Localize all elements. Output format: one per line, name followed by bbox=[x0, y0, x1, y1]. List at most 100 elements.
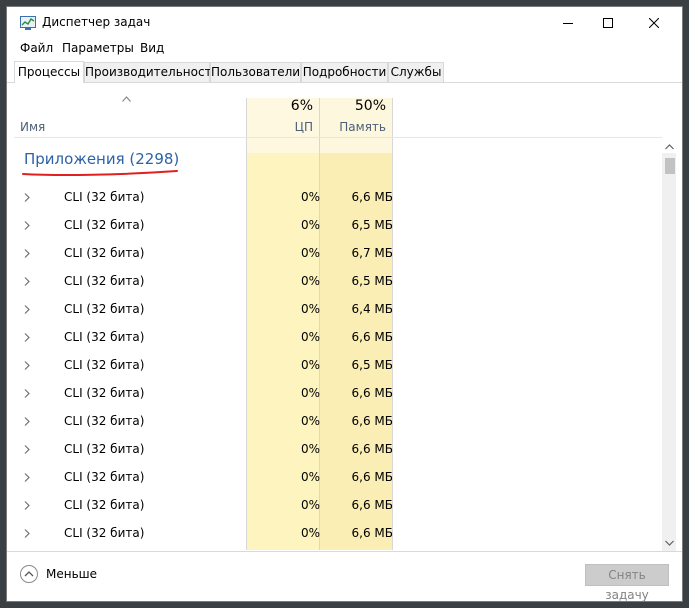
process-name: CLI (32 бита) bbox=[64, 358, 145, 372]
task-manager-window: Диспетчер задач Файл Параметры Вид Проце… bbox=[6, 6, 683, 602]
task-manager-icon bbox=[20, 16, 36, 30]
column-header-cpu[interactable]: ЦП bbox=[247, 120, 313, 134]
process-cpu: 0% bbox=[300, 414, 320, 428]
memory-total-percent: 50% bbox=[354, 98, 386, 114]
column-header-memory[interactable]: Память bbox=[320, 120, 386, 134]
process-row[interactable]: CLI (32 бита) 0% 6,6 МБ bbox=[14, 519, 662, 547]
tab-details[interactable]: Подробности bbox=[301, 62, 388, 82]
process-row[interactable]: CLI (32 бита) 0% 6,6 МБ bbox=[14, 491, 662, 519]
maximize-icon bbox=[603, 18, 613, 28]
process-row[interactable]: CLI (32 бита) 0% 6,6 МБ bbox=[14, 379, 662, 407]
menu-options[interactable]: Параметры bbox=[62, 41, 134, 55]
chevron-right-icon[interactable] bbox=[24, 193, 30, 202]
process-cpu: 0% bbox=[300, 442, 320, 456]
chevron-right-icon[interactable] bbox=[24, 221, 30, 230]
window-title: Диспетчер задач bbox=[42, 15, 151, 29]
process-memory: 6,7 МБ bbox=[351, 246, 393, 260]
process-name: CLI (32 бита) bbox=[64, 498, 145, 512]
process-cpu: 0% bbox=[300, 218, 320, 232]
close-button[interactable] bbox=[631, 7, 677, 39]
title-bar[interactable]: Диспетчер задач bbox=[7, 7, 682, 39]
process-row[interactable]: CLI (32 бита) 0% 6,5 МБ bbox=[14, 211, 662, 239]
menu-bar: Файл Параметры Вид bbox=[7, 39, 682, 59]
process-cpu: 0% bbox=[300, 470, 320, 484]
process-cpu: 0% bbox=[300, 302, 320, 316]
process-name: CLI (32 бита) bbox=[64, 414, 145, 428]
end-task-button[interactable]: Снять задачу bbox=[585, 564, 669, 601]
process-name: CLI (32 бита) bbox=[64, 302, 145, 316]
chevron-right-icon[interactable] bbox=[24, 277, 30, 286]
process-memory: 6,6 МБ bbox=[351, 330, 393, 344]
process-cpu: 0% bbox=[300, 274, 320, 288]
process-name: CLI (32 бита) bbox=[64, 330, 145, 344]
scroll-up-arrow-icon[interactable] bbox=[665, 144, 674, 150]
process-row[interactable]: CLI (32 бита) 0% 6,7 МБ bbox=[14, 239, 662, 267]
process-memory: 6,4 МБ bbox=[351, 302, 393, 316]
process-name: CLI (32 бита) bbox=[64, 442, 145, 456]
tabs-divider bbox=[7, 82, 682, 83]
process-memory: 6,6 МБ bbox=[351, 442, 393, 456]
chevron-right-icon[interactable] bbox=[24, 445, 30, 454]
tab-users[interactable]: Пользователи bbox=[210, 62, 301, 82]
tab-processes[interactable]: Процессы bbox=[14, 61, 84, 83]
vertical-scrollbar[interactable] bbox=[662, 144, 676, 551]
process-memory: 6,5 МБ bbox=[351, 358, 393, 372]
process-row[interactable]: CLI (32 бита) 0% 6,6 МБ bbox=[14, 323, 662, 351]
process-memory: 6,5 МБ bbox=[351, 218, 393, 232]
process-memory: 6,6 МБ bbox=[351, 190, 393, 204]
scroll-down-arrow-icon[interactable] bbox=[665, 540, 674, 546]
less-details-label: Меньше bbox=[46, 567, 98, 581]
process-memory: 6,5 МБ bbox=[351, 274, 393, 288]
process-name: CLI (32 бита) bbox=[64, 190, 145, 204]
chevron-right-icon[interactable] bbox=[24, 249, 30, 258]
process-cpu: 0% bbox=[300, 246, 320, 260]
process-cpu: 0% bbox=[300, 330, 320, 344]
footer-divider bbox=[7, 551, 682, 552]
process-row[interactable]: CLI (32 бита) 0% 6,6 МБ bbox=[14, 435, 662, 463]
process-cpu: 0% bbox=[300, 526, 320, 540]
sort-ascending-icon bbox=[122, 96, 131, 102]
chevron-right-icon[interactable] bbox=[24, 473, 30, 482]
process-name: CLI (32 бита) bbox=[64, 386, 145, 400]
tab-strip: Процессы Производительность Пользователи… bbox=[7, 61, 682, 83]
maximize-button[interactable] bbox=[585, 7, 631, 39]
chevron-right-icon[interactable] bbox=[24, 389, 30, 398]
process-row[interactable]: CLI (32 бита) 0% 6,4 МБ bbox=[14, 295, 662, 323]
process-row[interactable]: CLI (32 бита) 0% 6,6 МБ bbox=[14, 407, 662, 435]
close-icon bbox=[649, 18, 659, 28]
cpu-total-percent: 6% bbox=[290, 98, 313, 114]
process-cpu: 0% bbox=[300, 190, 320, 204]
process-cpu: 0% bbox=[300, 498, 320, 512]
tab-performance[interactable]: Производительность bbox=[84, 62, 219, 82]
process-memory: 6,6 МБ bbox=[351, 498, 393, 512]
chevron-right-icon[interactable] bbox=[24, 417, 30, 426]
process-name: CLI (32 бита) bbox=[64, 470, 145, 484]
collapse-circle-icon bbox=[20, 565, 38, 583]
process-row[interactable]: CLI (32 бита) 0% 6,6 МБ bbox=[14, 183, 662, 211]
process-cpu: 0% bbox=[300, 386, 320, 400]
process-name: CLI (32 бита) bbox=[64, 274, 145, 288]
header-divider bbox=[14, 137, 662, 138]
process-row[interactable]: CLI (32 бита) 0% 6,5 МБ bbox=[14, 267, 662, 295]
menu-file[interactable]: Файл bbox=[20, 41, 53, 55]
chevron-right-icon[interactable] bbox=[24, 501, 30, 510]
process-memory: 6,6 МБ bbox=[351, 526, 393, 540]
column-header-name[interactable]: Имя bbox=[20, 120, 45, 134]
menu-view[interactable]: Вид bbox=[140, 41, 164, 55]
process-cpu: 0% bbox=[300, 358, 320, 372]
chevron-right-icon[interactable] bbox=[24, 333, 30, 342]
scrollbar-thumb[interactable] bbox=[665, 158, 675, 174]
annotation-underline bbox=[22, 170, 178, 176]
process-memory: 6,6 МБ bbox=[351, 470, 393, 484]
process-row[interactable]: CLI (32 бита) 0% 6,5 МБ bbox=[14, 351, 662, 379]
chevron-right-icon[interactable] bbox=[24, 529, 30, 538]
chevron-right-icon[interactable] bbox=[24, 305, 30, 314]
tab-services[interactable]: Службы bbox=[388, 62, 444, 82]
process-row[interactable]: CLI (32 бита) 0% 6,6 МБ bbox=[14, 463, 662, 491]
process-name: CLI (32 бита) bbox=[64, 526, 145, 540]
process-name: CLI (32 бита) bbox=[64, 218, 145, 232]
minimize-icon bbox=[563, 23, 573, 24]
process-memory: 6,6 МБ bbox=[351, 414, 393, 428]
group-title-apps: Приложения (2298) bbox=[24, 150, 180, 168]
chevron-right-icon[interactable] bbox=[24, 361, 30, 370]
